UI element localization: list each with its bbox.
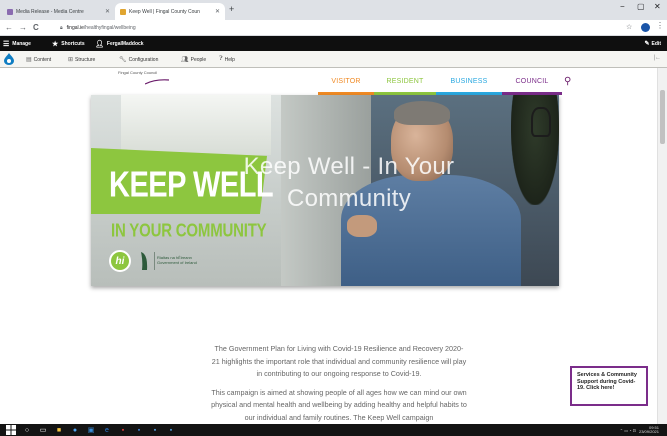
help-icon: ❓︎ (219, 56, 223, 62)
menu-help[interactable]: ❓︎ Help (219, 51, 235, 68)
hero-person-hand (347, 215, 377, 237)
logo-swoosh-icon (145, 79, 169, 85)
profile-avatar[interactable] (641, 23, 650, 32)
star-icon: ★ (52, 40, 59, 48)
search-icon[interactable]: ⚲ (564, 76, 571, 87)
hamburger-icon: ☰ (3, 40, 10, 48)
edge-icon[interactable]: e (102, 425, 112, 435)
tab-close-icon[interactable]: ✕ (105, 8, 110, 15)
nav-council[interactable]: COUNCIL (502, 68, 562, 95)
user-button[interactable]: 👤︎ FergalMaddock (95, 36, 144, 51)
structure-icon: ⊞ (68, 57, 74, 63)
site-header: Fingal County Council VISITOR RESIDENT B… (0, 68, 667, 95)
nav-business[interactable]: BUSINESS (436, 68, 502, 95)
hero-window (121, 95, 271, 155)
app-icon[interactable]: ▪ (150, 425, 160, 435)
app-icon[interactable]: ▪ (166, 425, 176, 435)
windows-icon[interactable] (6, 425, 16, 435)
address-bar-row: ← → C 🔒︎ fingal.ie/healthyfingal/wellbei… (0, 20, 667, 36)
people-icon: 👥︎ (181, 57, 189, 63)
page-content: The Government Plan for Living with Covi… (211, 343, 467, 430)
tab-favicon-icon (120, 8, 126, 15)
covid-support-link[interactable]: Services & Community Support during Covi… (570, 366, 648, 406)
search-icon[interactable]: ○ (22, 425, 32, 435)
menu-label: People (190, 56, 207, 63)
app-icon[interactable]: ▪ (134, 425, 144, 435)
browser-tab-keep-well[interactable]: Keep Well | Fingal County Coun ✕ (115, 3, 225, 20)
chrome-icon[interactable]: ● (70, 425, 80, 435)
url-host: fingal.ie (66, 25, 84, 31)
task-view-icon[interactable]: ▭ (38, 425, 48, 435)
tab-favicon-icon (7, 8, 13, 15)
tray-date: 23/09/2021 (638, 429, 659, 434)
user-label: FergalMaddock (106, 40, 144, 47)
url-field[interactable]: 🔒︎ fingal.ie/healthyfingal/wellbeing (60, 22, 620, 34)
tab-title: Keep Well | Fingal County Coun (129, 8, 200, 15)
admin-menu-bar: ▤ Content ⊞ Structure 🔧︎ Configuration 👥… (0, 51, 667, 68)
hi-badge: hi (109, 250, 131, 272)
government-text: Rialtas na hÉireann Government of Irelan… (157, 255, 197, 265)
maximize-icon[interactable]: ▢ (637, 2, 645, 11)
edit-label: Edit (651, 40, 661, 47)
nav-label: VISITOR (331, 78, 361, 85)
minimize-icon[interactable]: − (620, 2, 625, 11)
menu-label: Help (224, 56, 235, 63)
manage-label: Manage (12, 40, 31, 47)
hero-title: Keep Well - In Your Community (243, 153, 455, 212)
close-window-icon[interactable]: ✕ (654, 2, 661, 11)
shortcuts-button[interactable]: ★ Shortcuts (52, 36, 85, 51)
intro-paragraph: The Government Plan for Living with Covi… (211, 344, 467, 378)
drupal-drop-icon[interactable] (4, 53, 14, 65)
nav-label: RESIDENT (386, 78, 424, 85)
menu-people[interactable]: 👥︎ People (181, 51, 206, 68)
menu-label: Configuration (128, 56, 159, 63)
nav-label: COUNCIL (515, 78, 549, 85)
nav-resident[interactable]: RESIDENT (374, 68, 436, 95)
browser-tab-bar: Media Release - Media Centre ✕ Keep Well… (0, 0, 667, 20)
tab-title: Media Release - Media Centre (16, 8, 84, 15)
collapse-menu-icon[interactable]: |← (653, 55, 661, 61)
browser-tab-media-release[interactable]: Media Release - Media Centre ✕ (2, 3, 115, 20)
bookmark-star-icon[interactable]: ☆ (626, 23, 632, 31)
gov-divider (154, 252, 155, 270)
nav-label: BUSINESS (450, 78, 488, 85)
scroll-thumb[interactable] (660, 90, 665, 144)
hero-banner: KEEP WELL IN YOUR COMMUNITY hi Rialtas n… (91, 95, 559, 286)
store-icon[interactable]: ▣ (86, 425, 96, 435)
menu-structure[interactable]: ⊞ Structure (68, 51, 95, 68)
edit-button[interactable]: ✎ Edit (645, 36, 661, 51)
harp-icon (141, 252, 148, 270)
hero-person-hair (394, 101, 450, 125)
system-tray[interactable]: ⌃ ▭ ◔ ⊡ 09:51 23/09/2021 (620, 426, 659, 434)
wrench-icon: 🔧︎ (119, 57, 127, 63)
shortcuts-label: Shortcuts (61, 40, 85, 47)
back-icon[interactable]: ← (5, 22, 13, 33)
in-your-community-text: IN YOUR COMMUNITY (111, 221, 267, 242)
new-tab-button[interactable]: + (229, 4, 234, 14)
url-path: /healthyfingal/wellbeing (83, 25, 136, 31)
lock-icon: 🔒︎ (60, 25, 63, 31)
taskbar: ○ ▭ ■ ● ▣ e ▪ ▪ ▪ ▪ ⌃ ▭ ◔ ⊡ 09:51 23/09/… (0, 424, 667, 436)
campaign-paragraph: This campaign is aimed at showing people… (211, 387, 467, 422)
page-scrollbar[interactable] (657, 68, 667, 424)
reload-icon[interactable]: C (33, 22, 39, 33)
manage-button[interactable]: ☰ Manage (3, 36, 31, 51)
tab-close-icon[interactable]: ✕ (215, 8, 220, 15)
menu-label: Content (33, 56, 52, 63)
user-icon: 👤︎ (95, 40, 104, 48)
forward-icon[interactable]: → (19, 22, 27, 33)
browser-menu-icon[interactable]: ⋮ (656, 21, 664, 30)
site-logo-text[interactable]: Fingal County Council (118, 70, 158, 75)
hero-lamp (531, 107, 551, 137)
nav-visitor[interactable]: VISITOR (318, 68, 374, 95)
file-icon: ▤ (26, 57, 32, 63)
pdf-icon[interactable]: ▪ (118, 425, 128, 435)
menu-configuration[interactable]: 🔧︎ Configuration (119, 51, 158, 68)
menu-label: Structure (75, 56, 96, 63)
explorer-icon[interactable]: ■ (54, 425, 64, 435)
admin-toolbar: ☰ Manage ★ Shortcuts 👤︎ FergalMaddock ✎ … (0, 36, 667, 51)
menu-content[interactable]: ▤ Content (26, 51, 51, 68)
tray-icons: ⌃ ▭ ◔ ⊡ (619, 427, 636, 433)
pencil-icon: ✎ (644, 41, 650, 47)
